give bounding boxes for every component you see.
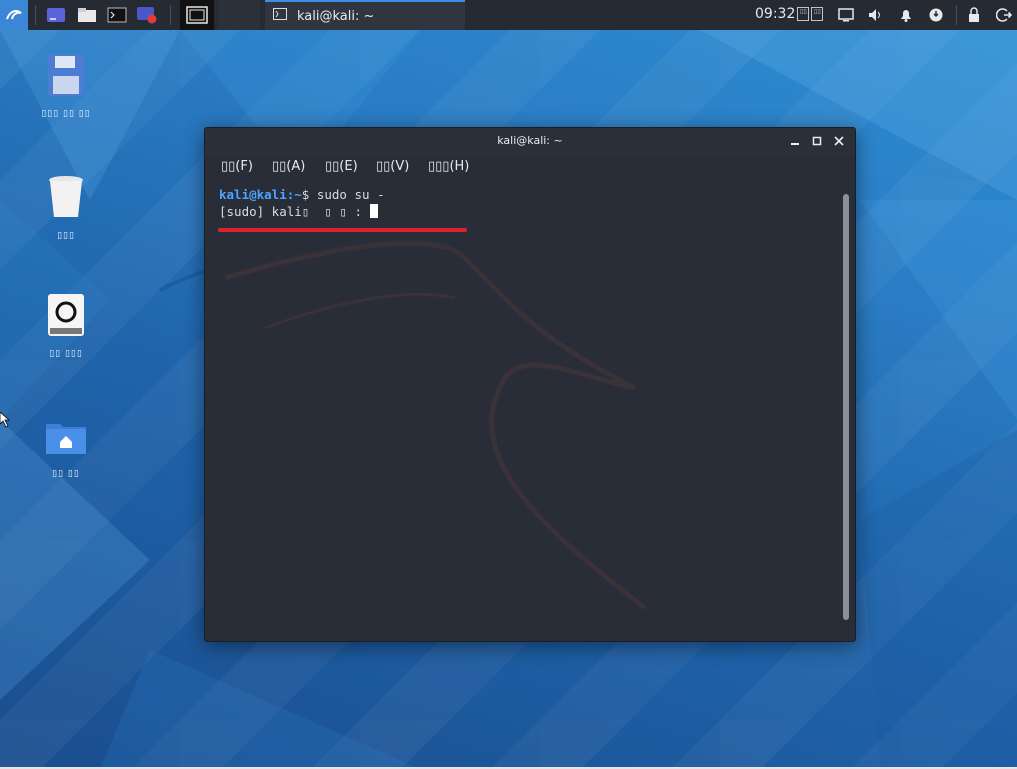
terminal-titlebar[interactable]: kali@kali: ~ [205, 128, 855, 156]
show-desktop-icon[interactable] [44, 2, 68, 28]
desktop-icon-drive[interactable]: ▯▯ ▯▯▯ [16, 292, 116, 360]
panel-separator [956, 5, 957, 25]
command-line: kali@kali:~$ sudo su - [219, 186, 835, 203]
file-manager-icon[interactable] [75, 2, 99, 28]
clock-glyph: ▯▯ [797, 7, 810, 21]
terminal-menubar: ▯▯(F) ▯▯(A) ▯▯(E) ▯▯(V) ▯▯▯(H) [205, 156, 855, 186]
floppy-disk-icon [48, 54, 84, 96]
taskbar-window-title: kali@kali: ~ [297, 8, 375, 24]
menu-view[interactable]: ▯▯(V) [376, 159, 409, 174]
home-folder-icon [46, 424, 86, 454]
lock-icon[interactable] [964, 2, 984, 28]
terminal-launcher-icon[interactable] [105, 2, 129, 28]
password-prompt-line: [sudo] kali▯ ▯ ▯ : [219, 203, 835, 220]
display-icon[interactable] [836, 2, 856, 28]
text-cursor [369, 204, 378, 218]
password-prompt: [sudo] kali▯ ▯ ▯ : [219, 204, 370, 219]
logout-icon[interactable] [994, 2, 1014, 28]
clock[interactable]: 09:32 ▯▯ ▯▯ [755, 6, 824, 22]
desktop-icon-file-system[interactable]: ▯▯▯ ▯▯ ▯▯ [16, 52, 116, 120]
mouse-pointer-icon [0, 412, 10, 428]
prompt-path: :~ [286, 187, 302, 202]
desktop-icon-home[interactable]: ▯▯ ▯▯ [16, 418, 116, 480]
workspace-1-icon[interactable] [180, 0, 214, 30]
menu-actions[interactable]: ▯▯(A) [272, 159, 305, 174]
terminal-output[interactable]: kali@kali:~$ sudo su - [sudo] kali▯ ▯ ▯ … [219, 186, 835, 641]
window-title: kali@kali: ~ [497, 134, 563, 147]
top-panel: kali@kali: ~ 09:32 ▯▯ ▯▯ [0, 0, 1017, 30]
panel-separator [35, 5, 36, 25]
highlight-underline [218, 228, 467, 232]
prompt-user: kali@kali [219, 187, 287, 202]
clock-time: 09:32 [755, 6, 796, 22]
clock-glyph: ▯▯ [811, 7, 824, 21]
menu-help[interactable]: ▯▯▯(H) [428, 159, 469, 174]
close-button[interactable] [831, 134, 847, 150]
drive-icon [48, 294, 84, 336]
desktop-icon-label: ▯▯▯ [57, 231, 75, 241]
terminal-icon [273, 8, 287, 24]
desktop-icon-label: ▯▯▯ ▯▯ ▯▯ [41, 109, 91, 119]
workspace-2[interactable] [218, 0, 260, 30]
minimize-button[interactable] [787, 134, 803, 150]
power-manager-icon[interactable] [926, 2, 946, 28]
scrollbar[interactable] [843, 194, 849, 620]
menu-edit[interactable]: ▯▯(E) [325, 159, 358, 174]
notifications-bell-icon[interactable] [896, 2, 916, 28]
panel-separator [170, 5, 171, 25]
terminal-window[interactable]: kali@kali: ~ ▯▯(F) ▯▯(A) ▯▯(E) ▯▯(V) ▯▯▯… [204, 127, 856, 642]
maximize-button[interactable] [809, 134, 825, 150]
desktop-icon-label: ▯▯ ▯▯▯ [49, 349, 83, 359]
prompt-symbol: $ [301, 187, 317, 202]
trash-icon [49, 176, 83, 217]
command-text: sudo su - [316, 187, 385, 202]
taskbar-terminal-window[interactable]: kali@kali: ~ [265, 0, 465, 30]
volume-icon[interactable] [866, 2, 886, 28]
screen-recorder-icon[interactable] [135, 2, 159, 28]
desktop-icon-label: ▯▯ ▯▯ [52, 469, 80, 479]
kali-menu-icon[interactable] [0, 0, 28, 30]
menu-file[interactable]: ▯▯(F) [221, 159, 253, 174]
desktop-icon-trash[interactable]: ▯▯▯ [16, 174, 116, 242]
